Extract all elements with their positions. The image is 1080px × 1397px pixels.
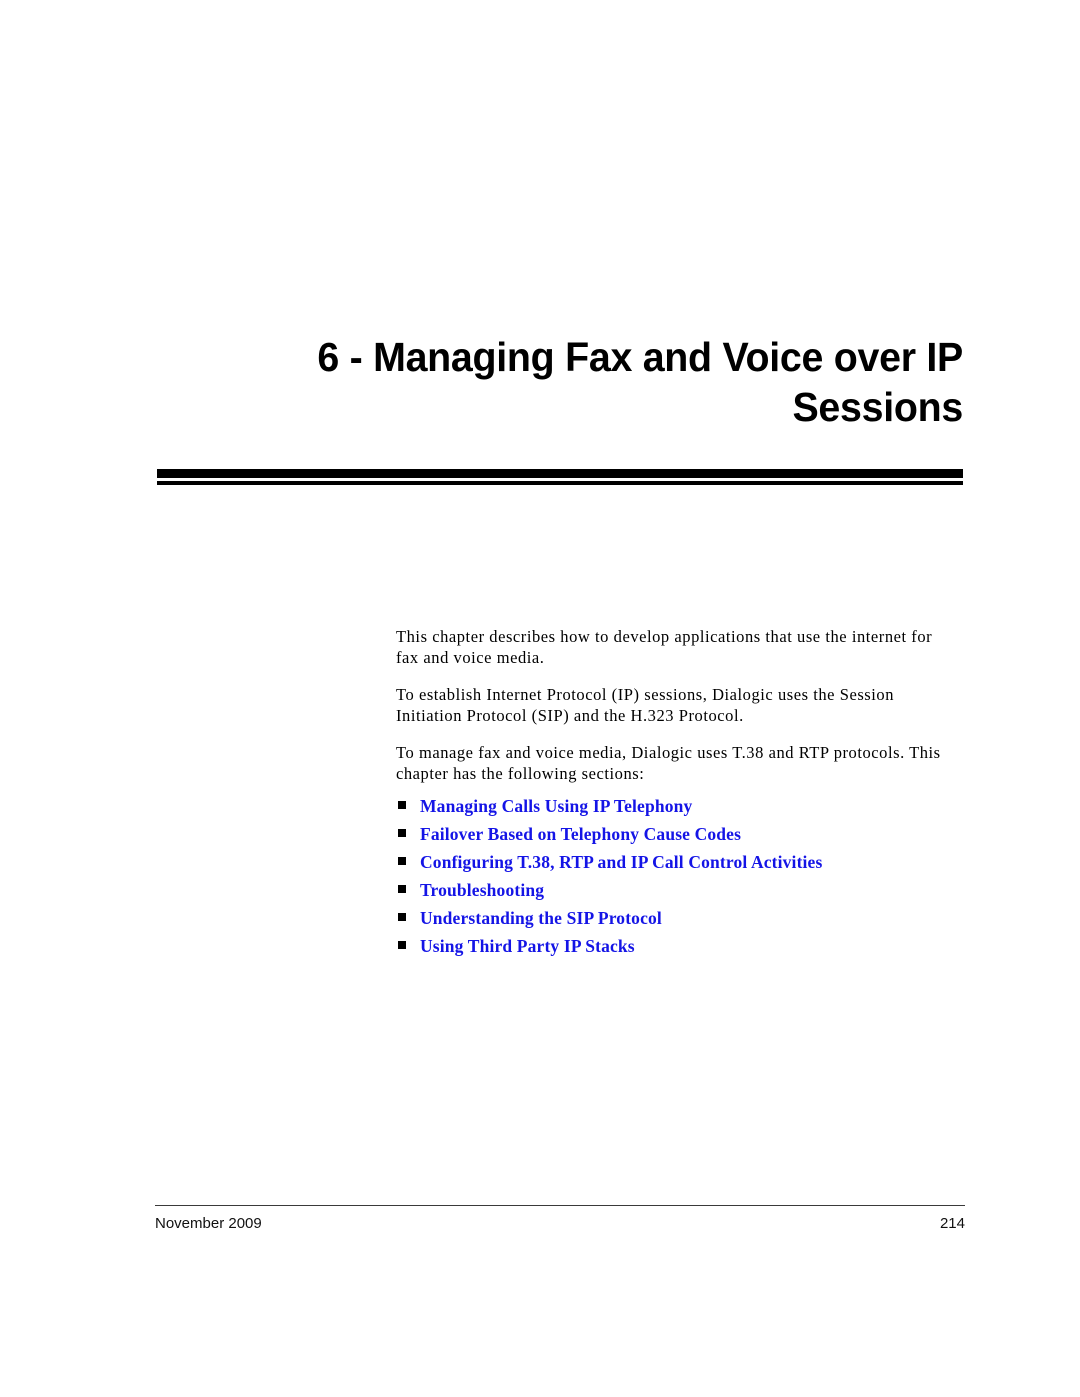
list-item[interactable]: Configuring T.38, RTP and IP Call Contro… <box>398 848 958 876</box>
page-title: 6 - Managing Fax and Voice over IP Sessi… <box>269 332 963 432</box>
square-bullet-icon <box>398 829 406 837</box>
footer-date: November 2009 <box>155 1215 262 1232</box>
section-link-label[interactable]: Managing Calls Using IP Telephony <box>420 796 692 816</box>
section-link-label[interactable]: Failover Based on Telephony Cause Codes <box>420 824 741 844</box>
page-title-line-1: 6 - Managing Fax and Voice over IP <box>317 334 963 380</box>
section-link-label[interactable]: Troubleshooting <box>420 880 544 900</box>
list-item[interactable]: Troubleshooting <box>398 876 958 904</box>
footer-content: November 2009 214 <box>155 1215 965 1232</box>
intro-paragraph-1: This chapter describes how to develop ap… <box>396 627 933 667</box>
footer-divider <box>155 1205 965 1206</box>
intro-paragraph-3: To manage fax and voice media, Dialogic … <box>396 743 941 783</box>
section-link-list: Managing Calls Using IP Telephony Failov… <box>398 792 958 960</box>
intro-paragraph-2: To establish Internet Protocol (IP) sess… <box>396 685 895 725</box>
title-divider <box>157 469 963 485</box>
footer-page-number: 214 <box>939 1215 965 1232</box>
section-link-label[interactable]: Using Third Party IP Stacks <box>420 936 635 956</box>
square-bullet-icon <box>398 801 406 809</box>
title-divider-thin-bar <box>157 481 963 485</box>
list-item[interactable]: Failover Based on Telephony Cause Codes <box>398 820 958 848</box>
list-item[interactable]: Managing Calls Using IP Telephony <box>398 792 958 820</box>
square-bullet-icon <box>398 885 406 893</box>
intro-body: This chapter describes how to develop ap… <box>396 627 956 784</box>
document-page: 6 - Managing Fax and Voice over IP Sessi… <box>0 0 1080 1397</box>
section-link-label[interactable]: Understanding the SIP Protocol <box>420 908 662 928</box>
list-item[interactable]: Understanding the SIP Protocol <box>398 904 958 932</box>
list-item[interactable]: Using Third Party IP Stacks <box>398 932 958 960</box>
square-bullet-icon <box>398 941 406 949</box>
page-footer: November 2009 214 <box>155 1205 965 1232</box>
square-bullet-icon <box>398 857 406 865</box>
title-divider-thick-bar <box>157 469 963 478</box>
page-title-line-2: Sessions <box>792 384 963 430</box>
square-bullet-icon <box>398 913 406 921</box>
section-link-label[interactable]: Configuring T.38, RTP and IP Call Contro… <box>420 852 822 872</box>
